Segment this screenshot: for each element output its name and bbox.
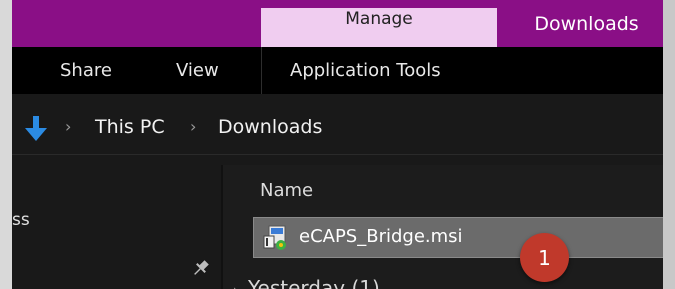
address-bar[interactable]: › This PC › Downloads [12, 104, 675, 155]
title-strip: Manage Downloads [12, 0, 675, 47]
ribbon-divider [261, 47, 262, 94]
tab-view[interactable]: View [176, 47, 219, 94]
navigation-pane: ss [12, 165, 221, 289]
ribbon-tabs: Share View Application Tools [12, 47, 675, 94]
nav-item-label[interactable]: ss [12, 210, 30, 230]
breadcrumb-downloads[interactable]: Downloads [218, 116, 322, 138]
window-edge [663, 0, 675, 289]
file-row-selected[interactable]: eCAPS_Bridge.msi [253, 217, 675, 258]
breadcrumb-separator[interactable]: › [190, 117, 196, 136]
column-header-name[interactable]: Name [260, 180, 313, 201]
tab-manage[interactable]: Manage [261, 8, 497, 47]
tab-share[interactable]: Share [60, 47, 112, 94]
file-list: Name eCAPS_Bridge.msi › Yesterday (1) [223, 165, 675, 289]
chevron-right-icon[interactable]: › [233, 283, 238, 289]
group-header-yesterday[interactable]: Yesterday (1) [248, 276, 380, 289]
window-title-downloads: Downloads [534, 13, 639, 35]
breadcrumb-this-pc[interactable]: This PC [95, 116, 165, 138]
breadcrumb-separator[interactable]: › [65, 117, 71, 136]
step-badge: 1 [520, 233, 569, 282]
pin-icon[interactable] [190, 257, 212, 279]
file-name[interactable]: eCAPS_Bridge.msi [299, 226, 463, 247]
tab-application-tools[interactable]: Application Tools [290, 47, 441, 94]
file-explorer-window: Manage Downloads Share View Application … [12, 0, 675, 289]
down-arrow-icon [25, 116, 47, 141]
msi-installer-icon [263, 225, 286, 250]
